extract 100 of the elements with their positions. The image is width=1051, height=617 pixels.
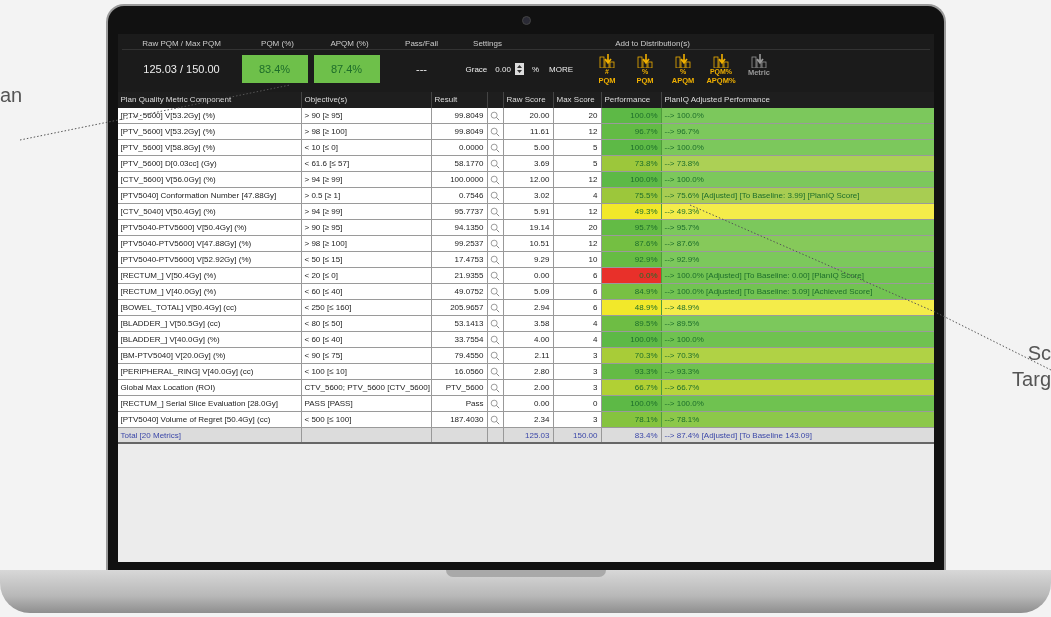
callout-text: Sc (1027, 341, 1051, 366)
search-icon[interactable] (490, 334, 500, 345)
table-cell: 100.0000 (431, 172, 488, 187)
performance-cell: 100.0% (601, 140, 662, 155)
table-cell: 10 (553, 252, 602, 267)
table-cell: 150.00 (553, 428, 602, 442)
table-cell: 6 (553, 268, 602, 283)
table-cell: 20 (553, 108, 602, 123)
search-icon[interactable] (490, 190, 500, 201)
table-cell: [PTV5040-PTV5600] V[47.88Gy] (%) (117, 236, 302, 251)
table-cell: 10.51 (503, 236, 554, 251)
search-icon[interactable] (490, 254, 500, 265)
table-cell: > 0.5 [≥ 1] (301, 188, 432, 203)
search-icon[interactable] (490, 318, 500, 329)
table-cell: 4 (553, 332, 602, 347)
search-icon[interactable] (490, 398, 500, 409)
table-cell: [BOWEL_TOTAL] V[50.4Gy] (cc) (117, 300, 302, 315)
table-cell: 19.14 (503, 220, 554, 235)
table-cell: < 61.6 [≤ 57] (301, 156, 432, 171)
table-cell: [PTV_5600] V[53.2Gy] (%) (117, 124, 302, 139)
table-cell: 17.4753 (431, 252, 488, 267)
table-cell: [RECTUM_] V[40.0Gy] (%) (117, 284, 302, 299)
search-icon[interactable] (490, 414, 500, 425)
column-header[interactable]: Max Score (553, 92, 602, 108)
table-cell: < 60 [≤ 40] (301, 284, 432, 299)
table-cell: 2.00 (503, 380, 554, 395)
adjusted-performance-cell: --> 100.0% (661, 396, 934, 411)
adjusted-performance-cell: --> 87.6% (661, 236, 934, 251)
pass-fail-value: --- (415, 63, 428, 75)
search-icon[interactable] (490, 174, 500, 185)
table-cell: [PTV5040-PTV5600] V[50.4Gy] (%) (117, 220, 302, 235)
search-icon[interactable] (490, 286, 500, 297)
table-cell: < 20 [≤ 0] (301, 268, 432, 283)
grace-value: 0.00 (495, 64, 511, 74)
table-cell: 3 (553, 364, 602, 379)
table-cell: 33.7554 (431, 332, 488, 347)
camera-icon (521, 16, 531, 25)
search-icon[interactable] (490, 126, 500, 137)
performance-cell: 0.0% (601, 268, 662, 283)
table-cell: < 500 [≤ 100] (301, 412, 432, 427)
column-header[interactable]: PlanIQ Adjusted Performance (661, 92, 934, 108)
performance-cell: 89.5% (601, 316, 662, 331)
search-icon[interactable] (490, 366, 500, 377)
table-cell: < 100 [≤ 10] (301, 364, 432, 379)
table-cell: 3.58 (503, 316, 554, 331)
table-cell: 5.09 (503, 284, 554, 299)
table-cell: 16.0560 (431, 364, 488, 379)
table-cell: 20 (553, 220, 602, 235)
table-cell: Total [20 Metrics] (117, 428, 302, 442)
table-cell: 0.00 (503, 396, 554, 411)
performance-cell: 75.5% (601, 188, 662, 203)
table-cell: 99.2537 (431, 236, 488, 251)
performance-cell: 84.9% (601, 284, 662, 299)
search-icon[interactable] (490, 270, 500, 281)
search-icon[interactable] (490, 158, 500, 169)
search-icon[interactable] (490, 206, 500, 217)
table-cell: 11.61 (503, 124, 554, 139)
spinner-icon[interactable] (514, 63, 524, 75)
search-icon[interactable] (490, 222, 500, 233)
performance-cell: 93.3% (601, 364, 662, 379)
table-cell: 99.8049 (431, 108, 488, 123)
performance-cell: 100.0% (601, 332, 662, 347)
table-cell: 94.1350 (431, 220, 488, 235)
table-cell: [PERIPHERAL_RING] V[40.0Gy] (cc) (117, 364, 302, 379)
pqm-value: 83.4% (241, 55, 308, 83)
table-cell: [PTV_5600] V[53.2Gy] (%) (117, 108, 302, 123)
adjusted-performance-cell: --> 100.0% (661, 172, 934, 187)
search-icon[interactable] (490, 302, 500, 313)
table-cell: 2.34 (503, 412, 554, 427)
table-cell: < 10 [≤ 0] (301, 140, 432, 155)
table-cell: 4 (553, 188, 602, 203)
more-link[interactable]: MORE (549, 64, 573, 74)
table-cell: < 60 [≤ 40] (301, 332, 432, 347)
search-icon[interactable] (490, 110, 500, 121)
column-header[interactable]: Plan Quality Metric Component (117, 92, 302, 108)
adjusted-performance-cell: --> 66.7% (661, 380, 934, 395)
table-cell: 6 (553, 300, 602, 315)
callout-text: Targ (1012, 367, 1051, 392)
performance-cell: 78.1% (601, 412, 662, 427)
table-cell: 0 (553, 396, 602, 411)
table-cell: 12.00 (503, 172, 554, 187)
table-cell: 5.00 (503, 140, 554, 155)
summary-label: APQM (%) (329, 38, 370, 48)
search-icon[interactable] (490, 350, 500, 361)
table-cell: 20.00 (503, 108, 554, 123)
search-icon[interactable] (490, 142, 500, 153)
column-header[interactable]: Result (431, 92, 488, 108)
table-cell-text: --> 87.4% [Adjusted] [To Baseline 143.09] (663, 430, 813, 442)
table-cell: < 50 [≤ 15] (301, 252, 432, 267)
table-cell: 3.02 (503, 188, 554, 203)
column-header[interactable]: Raw Score (503, 92, 554, 108)
search-icon[interactable] (490, 382, 500, 393)
search-icon[interactable] (490, 238, 500, 249)
table-cell: 12 (553, 172, 602, 187)
table-cell: 6 (553, 284, 602, 299)
adjusted-performance-cell: --> 95.7% (661, 220, 934, 235)
column-header[interactable]: Objective(s) (301, 92, 432, 108)
table-cell: 12 (553, 236, 602, 251)
performance-cell: 66.7% (601, 380, 662, 395)
table-cell: PASS [PASS] (301, 396, 432, 411)
